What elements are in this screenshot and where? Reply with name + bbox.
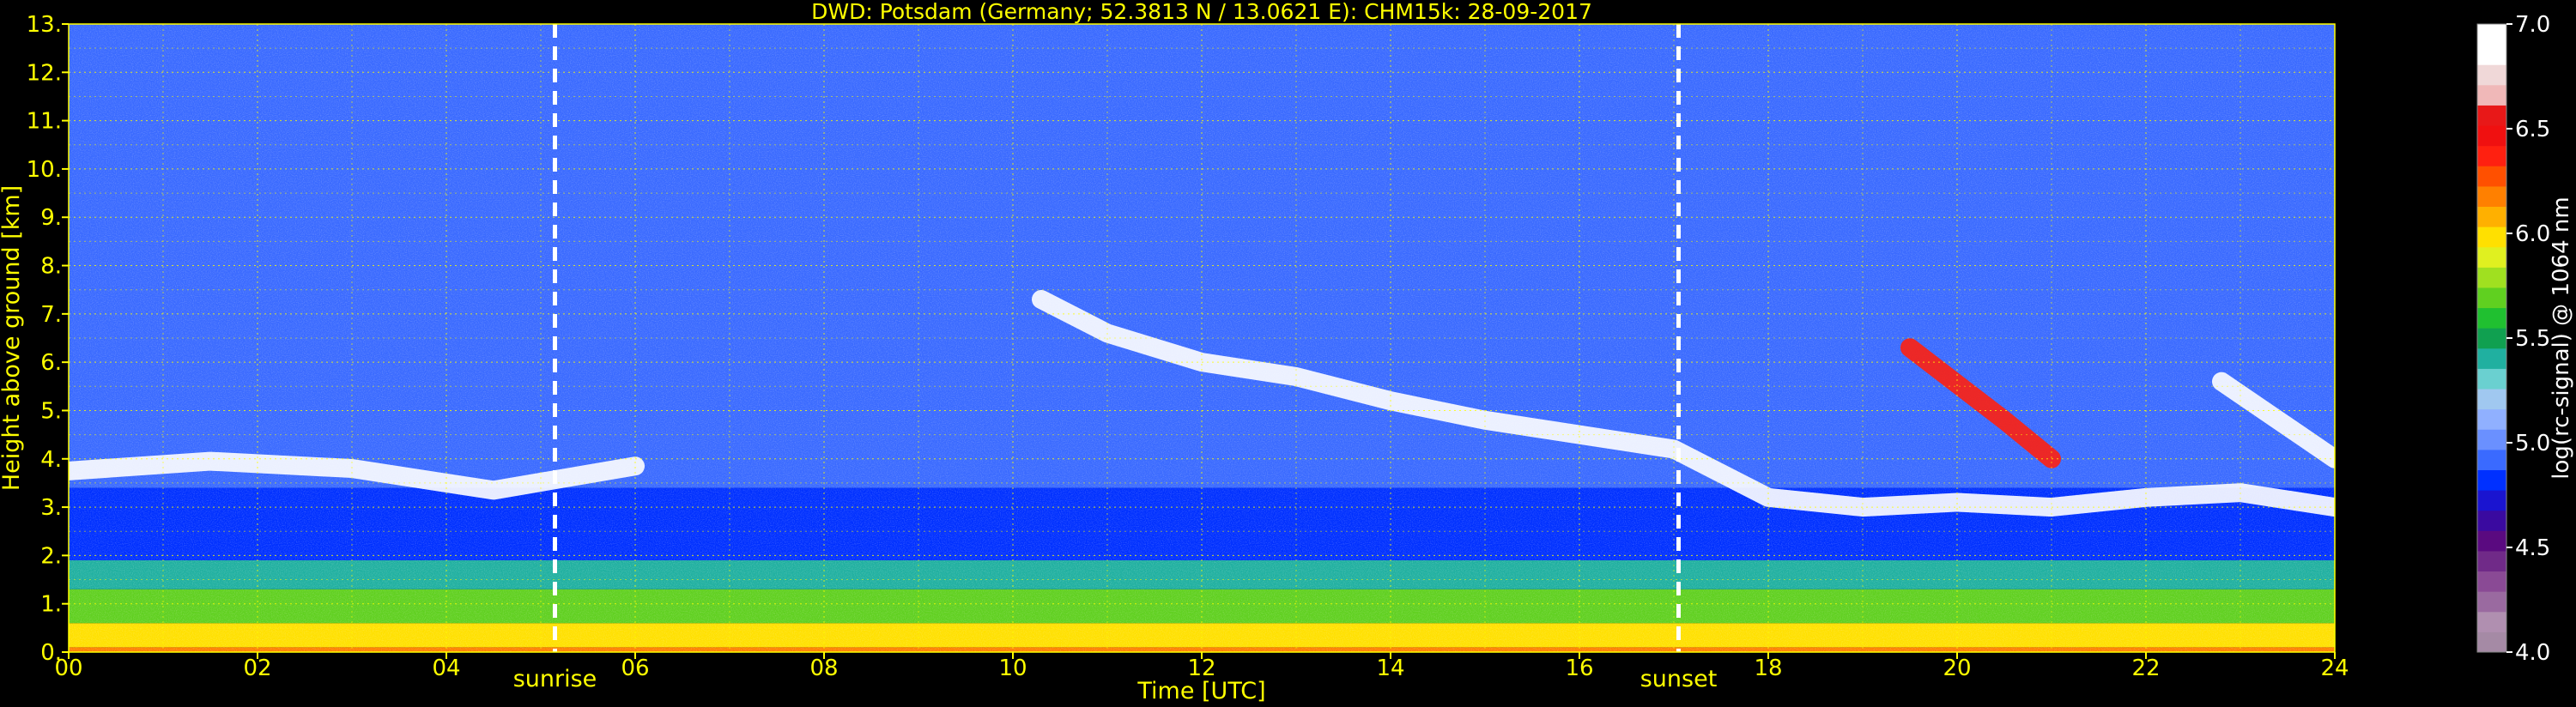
x-tick-label: 24 [2320, 656, 2349, 681]
colorbar-segment-12 [2477, 389, 2506, 410]
y-tick-label: 13. [27, 12, 62, 38]
colorbar-segment-21 [2477, 206, 2506, 227]
colorbar-segment-27 [2477, 84, 2506, 106]
colorbar-segment-0 [2477, 631, 2506, 653]
colorbar-tick-label: 4.0 [2515, 640, 2550, 666]
colorbar-segment-16 [2477, 307, 2506, 329]
sunrise-label: sunrise [513, 666, 597, 692]
x-tick-label: 20 [1943, 656, 1971, 681]
y-tick-label: 5. [40, 398, 62, 424]
colorbar-segment-28 [2477, 64, 2506, 86]
y-tick-label: 6. [40, 350, 62, 376]
colorbar: 4.0 4.5 5.0 5.5 6.0 6.5 7.0 log(rc-signal) @ 1… [2476, 12, 2574, 666]
colorbar-segment-11 [2477, 408, 2506, 430]
x-tick-label: 14 [1376, 656, 1404, 681]
y-tick-label: 7. [40, 302, 62, 328]
plot-area [69, 24, 2335, 652]
colorbar-tick-label: 5.5 [2515, 326, 2550, 352]
y-tick-label: 9. [40, 205, 62, 231]
colorbar-segment-24 [2477, 145, 2506, 166]
x-tick-label: 08 [809, 656, 838, 681]
colorbar-segment-13 [2477, 368, 2506, 390]
colorbar-segment-5 [2477, 530, 2506, 552]
colorbar-segment-6 [2477, 510, 2506, 531]
x-axis-label: Time [UTC] [1136, 678, 1265, 704]
colorbar-segment-18 [2477, 267, 2506, 288]
colorbar-segment-2 [2477, 591, 2506, 613]
colorbar-tick-label: 5.0 [2515, 431, 2550, 456]
colorbar-tick-label: 6.0 [2515, 221, 2550, 247]
y-tick-label: 8. [40, 254, 62, 280]
colorbar-segment-22 [2477, 185, 2506, 208]
y-tick-label: 2. [40, 543, 62, 569]
x-tick-label: 16 [1565, 656, 1593, 681]
colorbar-tick-label: 7.0 [2515, 12, 2550, 38]
colorbar-segment-29 [2477, 44, 2506, 65]
y-tick-label: 12. [27, 60, 62, 86]
x-tick-label: 22 [2131, 656, 2160, 681]
ceilometer-chart: DWD: Potsdam (Germany; 52.3813 N / 13.06… [0, 0, 2574, 704]
colorbar-segment-26 [2477, 105, 2506, 126]
colorbar-segment-23 [2477, 166, 2506, 187]
colorbar-segment-1 [2477, 611, 2506, 632]
colorbar-segment-14 [2477, 347, 2506, 369]
x-tick-label: 04 [432, 656, 460, 681]
colorbar-segment-15 [2477, 328, 2506, 349]
y-tick-label: 11. [27, 109, 62, 135]
x-tick-label: 10 [998, 656, 1027, 681]
x-tick-label: 02 [243, 656, 271, 681]
colorbar-segment-19 [2477, 246, 2506, 268]
y-tick-label: 10. [27, 157, 62, 183]
y-tick-label: 3. [40, 495, 62, 521]
colorbar-segment-30 [2477, 24, 2506, 45]
colorbar-segment-25 [2477, 125, 2506, 147]
colorbar-segment-17 [2477, 287, 2506, 309]
x-tick-label: 06 [621, 656, 649, 681]
sunset-label: sunset [1640, 666, 1718, 692]
colorbar-segment-3 [2477, 571, 2506, 592]
x-tick-label: 18 [1754, 656, 1782, 681]
colorbar-segment-8 [2477, 469, 2506, 491]
colorbar-segment-7 [2477, 490, 2506, 511]
colorbar-segment-10 [2477, 429, 2506, 450]
chart-title: DWD: Potsdam (Germany; 52.3813 N / 13.06… [811, 0, 1592, 24]
y-tick-label: 4. [40, 447, 62, 473]
colorbar-segment-20 [2477, 227, 2506, 248]
colorbar-tick-label: 4.5 [2515, 535, 2550, 561]
colorbar-tick-label: 6.5 [2515, 117, 2550, 142]
colorbar-segment-9 [2477, 449, 2506, 470]
y-tick-label: 1. [40, 592, 62, 618]
colorbar-label: log(rc-signal) @ 1064 nm [2549, 196, 2574, 479]
y-axis-label: Height above ground [km] [0, 185, 25, 491]
x-tick-label: 00 [54, 656, 82, 681]
colorbar-segment-4 [2477, 550, 2506, 572]
